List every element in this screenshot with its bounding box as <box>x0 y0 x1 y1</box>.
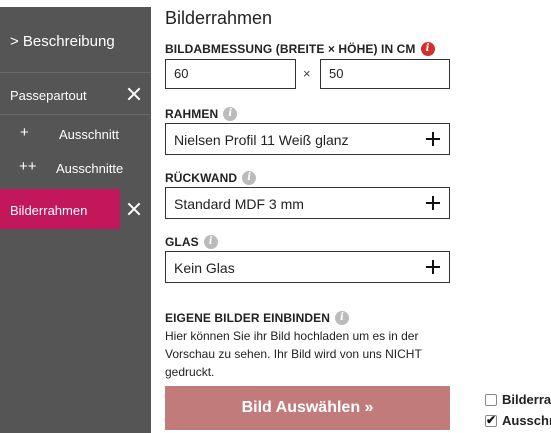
sidebar-item-label: Ausschnitte <box>56 161 124 176</box>
glas-select[interactable]: Kein Glas <box>165 251 450 283</box>
dimensions-label-text: BILDABMESSUNG (BREITE × HÖHE) IN CM <box>165 42 416 56</box>
plus-icon[interactable] <box>426 260 440 274</box>
upload-label: EIGENE BILDER EINBINDEN i <box>165 310 349 325</box>
dimensions-label: BILDABMESSUNG (BREITE × HÖHE) IN CM i <box>165 41 435 56</box>
sidebar-item-ausschnitte[interactable]: ++ Ausschnitte <box>0 152 151 184</box>
rahmen-value: Nielsen Profil 11 Weiß glanz <box>174 132 349 148</box>
sidebar-item-description[interactable]: > Beschreibung <box>0 7 151 73</box>
rueckwand-select[interactable]: Standard MDF 3 mm <box>165 187 450 219</box>
upload-label-text: EIGENE BILDER EINBINDEN <box>165 311 330 325</box>
glas-label-text: GLAS <box>165 235 199 249</box>
plus-sign: + <box>20 124 29 141</box>
info-icon[interactable]: i <box>223 106 238 121</box>
sidebar-item-passepartout[interactable]: Passepartout <box>0 73 151 115</box>
option-label: Ausschn <box>502 413 551 428</box>
double-plus-sign: ++ <box>19 158 37 175</box>
glas-label: GLAS i <box>165 234 218 249</box>
plus-icon[interactable] <box>426 196 440 210</box>
rahmen-label: RAHMEN i <box>165 106 238 121</box>
info-icon[interactable]: i <box>420 41 435 56</box>
option-label: Bilderra <box>502 392 551 407</box>
checkbox-unchecked[interactable] <box>485 394 497 406</box>
upload-description: Hier können Sie ihr Bild hochladen um es… <box>165 329 422 379</box>
rueckwand-label-text: RÜCKWAND <box>165 171 238 185</box>
page-title: Bilderrahmen <box>165 8 273 28</box>
upload-image-button[interactable]: Bild Auswählen » <box>165 386 450 430</box>
checkbox-checked[interactable] <box>485 413 497 427</box>
close-icon[interactable] <box>125 85 143 103</box>
rueckwand-value: Standard MDF 3 mm <box>174 196 304 212</box>
width-input[interactable]: 60 <box>165 59 296 89</box>
times-sign: × <box>303 66 311 81</box>
rueckwand-label: RÜCKWAND i <box>165 170 257 185</box>
sidebar-item-ausschnitt[interactable]: + Ausschnitt <box>0 118 151 150</box>
sidebar-item-label: > Beschreibung <box>10 33 115 50</box>
sidebar: > Beschreibung Passepartout + Ausschnitt… <box>0 7 151 433</box>
rahmen-select[interactable]: Nielsen Profil 11 Weiß glanz <box>165 123 450 155</box>
info-icon[interactable]: i <box>242 170 257 185</box>
plus-icon[interactable] <box>426 132 440 146</box>
sidebar-item-bilderrahmen[interactable]: Bilderrahmen <box>0 189 151 229</box>
info-icon[interactable]: i <box>203 234 218 249</box>
rahmen-label-text: RAHMEN <box>165 107 219 121</box>
sidebar-item-label: Passepartout <box>10 88 87 103</box>
info-icon[interactable]: i <box>335 310 349 325</box>
glas-value: Kein Glas <box>174 260 235 276</box>
sidebar-item-label: Bilderrahmen <box>10 203 88 218</box>
close-icon[interactable] <box>125 200 143 218</box>
sidebar-item-label: Ausschnitt <box>59 127 119 142</box>
height-input[interactable]: 50 <box>320 59 450 89</box>
